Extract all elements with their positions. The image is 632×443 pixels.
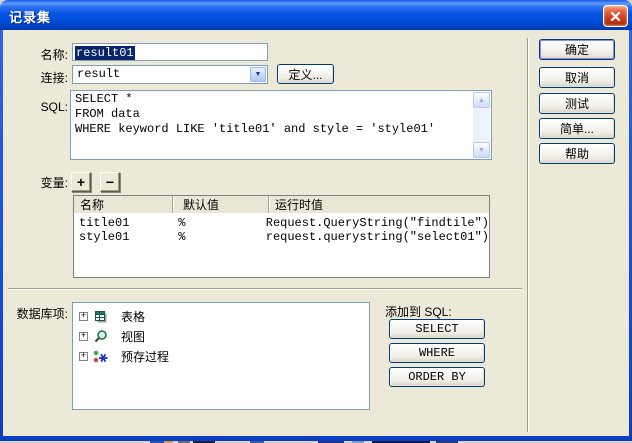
cell-runtime: request.querystring("select01") bbox=[261, 230, 489, 244]
table-icon bbox=[93, 309, 109, 324]
variables-label: 变量: bbox=[2, 174, 68, 191]
database-items-label: 数据库项: bbox=[2, 305, 68, 322]
cell-name: style01 bbox=[74, 230, 168, 244]
cell-default: % bbox=[168, 230, 261, 244]
scroll-down-icon: ▼ bbox=[478, 147, 485, 154]
name-selected-text: result01 bbox=[75, 46, 135, 60]
scroll-up-button[interactable]: ▲ bbox=[473, 92, 490, 108]
window-titlebar: 记录集 bbox=[0, 0, 632, 30]
help-button[interactable]: 帮助 bbox=[539, 143, 615, 164]
table-row[interactable]: title01 % Request.QueryString("findtile"… bbox=[74, 216, 489, 230]
stored-procedure-icon bbox=[93, 349, 109, 364]
sql-textarea[interactable]: SELECT * FROM data WHERE keyword LIKE 't… bbox=[70, 90, 492, 160]
variables-table: 名称 默认值 运行时值 title01 % Request.QueryStrin… bbox=[73, 195, 490, 278]
connection-value: result bbox=[77, 67, 120, 81]
tree-expand-button[interactable]: + bbox=[79, 312, 88, 321]
sql-label: SQL: bbox=[2, 100, 68, 114]
add-to-sql-label: 添加到 SQL: bbox=[385, 303, 452, 320]
tree-item-tables[interactable]: + 表格 bbox=[73, 306, 369, 326]
scroll-down-button[interactable]: ▼ bbox=[473, 142, 490, 158]
name-label: 名称: bbox=[2, 46, 68, 63]
column-header-name: 名称 bbox=[74, 196, 172, 213]
simple-button[interactable]: 简单... bbox=[539, 118, 615, 139]
view-icon bbox=[93, 329, 109, 344]
separator-horizontal bbox=[8, 288, 522, 290]
close-icon bbox=[610, 11, 621, 22]
name-input[interactable]: result01 bbox=[72, 43, 268, 61]
cancel-button[interactable]: 取消 bbox=[539, 67, 615, 88]
order-by-button[interactable]: ORDER BY bbox=[389, 367, 485, 387]
recordset-dialog: 记录集 名称: result01 连接: result ▼ 定义... SQL:… bbox=[0, 0, 632, 443]
tree-expand-button[interactable]: + bbox=[79, 352, 88, 361]
database-items-tree: + 表格 + 视图 + bbox=[72, 302, 370, 410]
where-button[interactable]: WHERE bbox=[389, 343, 485, 363]
cell-name: title01 bbox=[74, 216, 168, 230]
window-title: 记录集 bbox=[9, 7, 51, 26]
connection-dropdown-button[interactable]: ▼ bbox=[250, 67, 266, 82]
sql-scrollbar[interactable]: ▲ ▼ bbox=[473, 92, 490, 158]
table-row[interactable]: style01 % request.querystring("select01"… bbox=[74, 230, 489, 244]
remove-variable-button[interactable]: − bbox=[100, 172, 120, 192]
variables-table-header: 名称 默认值 运行时值 bbox=[74, 196, 489, 213]
add-variable-button[interactable]: + bbox=[71, 172, 91, 192]
cell-default: % bbox=[168, 216, 261, 230]
tree-item-views[interactable]: + 视图 bbox=[73, 326, 369, 346]
tree-item-label: 表格 bbox=[121, 308, 145, 325]
tree-item-stored-procedures[interactable]: + 预存过程 bbox=[73, 346, 369, 366]
connection-select[interactable]: result ▼ bbox=[72, 65, 268, 84]
define-button[interactable]: 定义... bbox=[277, 64, 334, 84]
separator-vertical bbox=[527, 38, 529, 432]
test-button[interactable]: 测试 bbox=[539, 93, 615, 114]
column-header-runtime: 运行时值 bbox=[268, 196, 489, 213]
column-header-default: 默认值 bbox=[172, 196, 268, 213]
tree-item-label: 视图 bbox=[121, 328, 145, 345]
sql-text: SELECT * FROM data WHERE keyword LIKE 't… bbox=[75, 92, 435, 137]
ok-button[interactable]: 确定 bbox=[539, 39, 615, 60]
connection-label: 连接: bbox=[2, 69, 68, 86]
chevron-down-icon: ▼ bbox=[255, 71, 262, 78]
close-button[interactable] bbox=[603, 5, 628, 27]
select-button[interactable]: SELECT bbox=[389, 319, 485, 339]
tree-item-label: 预存过程 bbox=[121, 348, 169, 365]
cell-runtime: Request.QueryString("findtile") bbox=[261, 216, 489, 230]
tree-expand-button[interactable]: + bbox=[79, 332, 88, 341]
scroll-up-icon: ▲ bbox=[478, 97, 485, 104]
